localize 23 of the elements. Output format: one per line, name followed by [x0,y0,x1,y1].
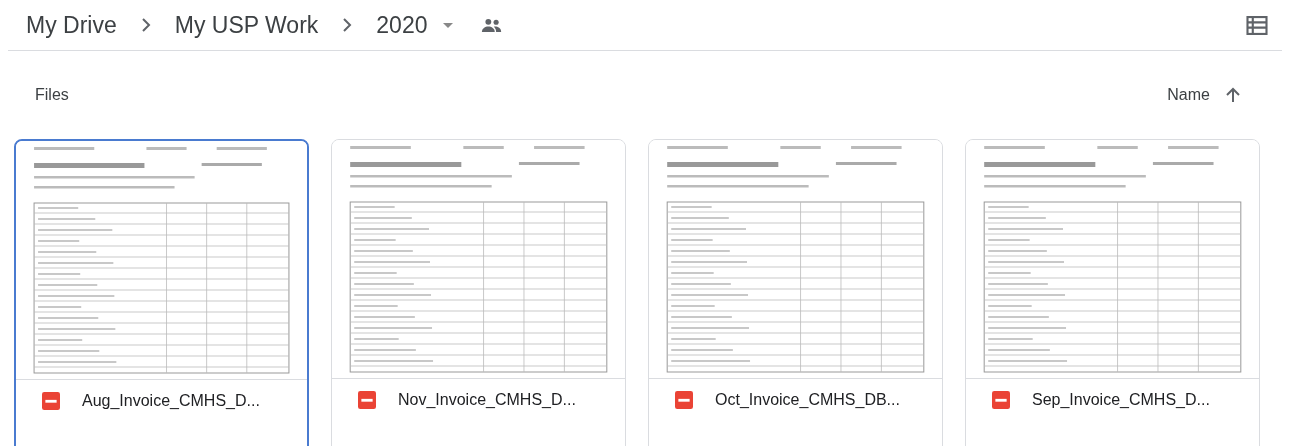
file-card[interactable]: Nov_Invoice_CMHS_D... [331,139,626,446]
chevron-right-icon [342,18,353,32]
people-icon[interactable] [481,17,504,33]
file-card[interactable]: Oct_Invoice_CMHS_DB... [648,139,943,446]
chevron-right-icon [140,18,151,32]
file-card[interactable]: Aug_Invoice_CMHS_D... [14,139,309,446]
sort-button[interactable]: Name [1163,82,1244,108]
breadcrumb-item[interactable]: 2020 [368,9,436,41]
pdf-icon [675,391,693,409]
pdf-icon [992,391,1010,409]
pdf-icon [358,391,376,409]
file-card[interactable]: Sep_Invoice_CMHS_D... [965,139,1260,446]
dropdown-caret-icon[interactable] [443,22,454,28]
file-name: Nov_Invoice_CMHS_D... [398,391,576,409]
pdf-icon [42,392,60,410]
file-name: Aug_Invoice_CMHS_D... [82,392,260,410]
arrow-up-icon [1226,87,1240,103]
breadcrumb-item[interactable]: My USP Work [166,9,327,41]
section-title: Files [35,86,69,104]
list-view-icon[interactable] [1246,15,1268,35]
file-name: Oct_Invoice_CMHS_DB... [715,391,900,409]
file-name: Sep_Invoice_CMHS_D... [1032,391,1210,409]
breadcrumb-item[interactable]: My Drive [18,9,125,41]
